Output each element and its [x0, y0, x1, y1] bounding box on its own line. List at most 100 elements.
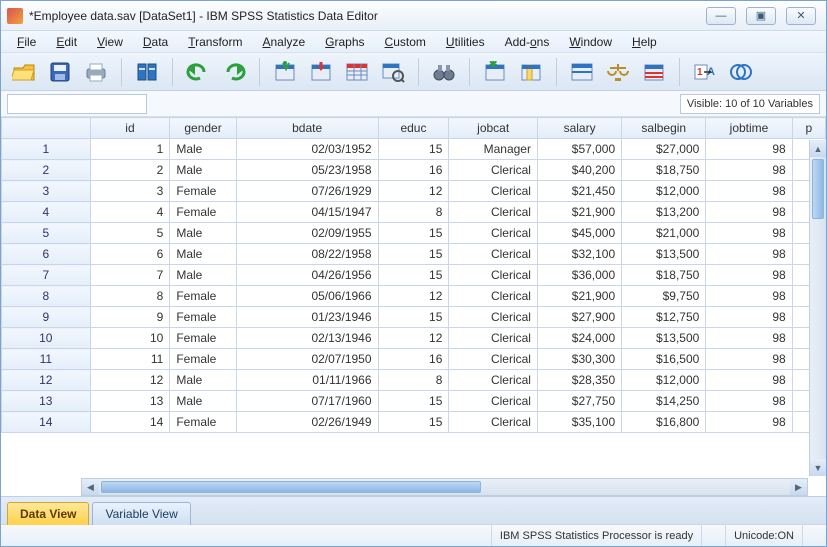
cell-salary[interactable]: $27,750: [537, 391, 621, 412]
row-header[interactable]: 14: [2, 412, 91, 433]
cell-educ[interactable]: 15: [378, 265, 449, 286]
col-id[interactable]: id: [90, 118, 170, 139]
cell-gender[interactable]: Male: [170, 160, 236, 181]
cell-bdate[interactable]: 01/23/1946: [236, 307, 378, 328]
cell-salary[interactable]: $28,350: [537, 370, 621, 391]
table-row[interactable]: 88Female05/06/196612Clerical$21,900$9,75…: [2, 286, 826, 307]
hscroll-thumb[interactable]: [101, 481, 481, 493]
cell-jobcat[interactable]: Clerical: [449, 202, 538, 223]
table-row[interactable]: 22Male05/23/195816Clerical$40,200$18,750…: [2, 160, 826, 181]
cell-jobtime[interactable]: 98: [706, 202, 792, 223]
menu-addons[interactable]: Add-ons: [497, 33, 558, 51]
corner-cell[interactable]: [2, 118, 91, 139]
menu-analyze[interactable]: Analyze: [254, 33, 313, 51]
cell-gender[interactable]: Female: [170, 412, 236, 433]
scroll-right-button[interactable]: ▶: [790, 479, 807, 495]
cell-jobtime[interactable]: 98: [706, 412, 792, 433]
cell-salary[interactable]: $36,000: [537, 265, 621, 286]
cell-educ[interactable]: 15: [378, 139, 449, 160]
row-header[interactable]: 4: [2, 202, 91, 223]
cell-educ[interactable]: 12: [378, 328, 449, 349]
table-row[interactable]: 33Female07/26/192912Clerical$21,450$12,0…: [2, 181, 826, 202]
cell-bdate[interactable]: 05/23/1958: [236, 160, 378, 181]
cell-salbegin[interactable]: $18,750: [622, 265, 706, 286]
cell-jobtime[interactable]: 98: [706, 370, 792, 391]
cell-bdate[interactable]: 02/26/1949: [236, 412, 378, 433]
col-educ[interactable]: educ: [378, 118, 449, 139]
row-header[interactable]: 13: [2, 391, 91, 412]
cell-educ[interactable]: 8: [378, 202, 449, 223]
cell-salbegin[interactable]: $12,000: [622, 181, 706, 202]
cell-jobcat[interactable]: Clerical: [449, 286, 538, 307]
row-header[interactable]: 12: [2, 370, 91, 391]
cell-bdate[interactable]: 04/15/1947: [236, 202, 378, 223]
cell-bdate[interactable]: 02/09/1955: [236, 223, 378, 244]
cell-salbegin[interactable]: $13,200: [622, 202, 706, 223]
row-header[interactable]: 3: [2, 181, 91, 202]
cell-salbegin[interactable]: $16,800: [622, 412, 706, 433]
find-button[interactable]: [429, 57, 459, 87]
undo-button[interactable]: [183, 57, 213, 87]
cell-id[interactable]: 12: [90, 370, 170, 391]
use-variable-sets-button[interactable]: [726, 57, 756, 87]
cell-jobcat[interactable]: Clerical: [449, 391, 538, 412]
cell-id[interactable]: 4: [90, 202, 170, 223]
vertical-scrollbar[interactable]: ▲ ▼: [809, 140, 826, 476]
cell-id[interactable]: 8: [90, 286, 170, 307]
cell-id[interactable]: 11: [90, 349, 170, 370]
cell-salary[interactable]: $24,000: [537, 328, 621, 349]
table-row[interactable]: 1111Female02/07/195016Clerical$30,300$16…: [2, 349, 826, 370]
col-salbegin[interactable]: salbegin: [622, 118, 706, 139]
cell-gender[interactable]: Male: [170, 265, 236, 286]
cell-bdate[interactable]: 07/17/1960: [236, 391, 378, 412]
table-row[interactable]: 55Male02/09/195515Clerical$45,000$21,000…: [2, 223, 826, 244]
cell-gender[interactable]: Female: [170, 202, 236, 223]
col-bdate[interactable]: bdate: [236, 118, 378, 139]
row-header[interactable]: 6: [2, 244, 91, 265]
cell-salbegin[interactable]: $13,500: [622, 328, 706, 349]
col-p[interactable]: p: [792, 118, 825, 139]
table-row[interactable]: 1010Female02/13/194612Clerical$24,000$13…: [2, 328, 826, 349]
cell-jobtime[interactable]: 98: [706, 307, 792, 328]
cell-jobcat[interactable]: Clerical: [449, 223, 538, 244]
cell-jobtime[interactable]: 98: [706, 349, 792, 370]
cell-jobcat[interactable]: Clerical: [449, 265, 538, 286]
table-row[interactable]: 99Female01/23/194615Clerical$27,900$12,7…: [2, 307, 826, 328]
cell-educ[interactable]: 12: [378, 286, 449, 307]
run-descriptives-button[interactable]: [378, 57, 408, 87]
recall-dialog-button[interactable]: [132, 57, 162, 87]
cell-id[interactable]: 2: [90, 160, 170, 181]
cell-gender[interactable]: Male: [170, 391, 236, 412]
cell-salary[interactable]: $21,900: [537, 202, 621, 223]
cell-bdate[interactable]: 02/07/1950: [236, 349, 378, 370]
variables-button[interactable]: [342, 57, 372, 87]
table-row[interactable]: 44Female04/15/19478Clerical$21,900$13,20…: [2, 202, 826, 223]
goto-case-button[interactable]: [270, 57, 300, 87]
menu-view[interactable]: View: [89, 33, 131, 51]
row-header[interactable]: 2: [2, 160, 91, 181]
cell-jobtime[interactable]: 98: [706, 181, 792, 202]
col-salary[interactable]: salary: [537, 118, 621, 139]
cell-gender[interactable]: Female: [170, 181, 236, 202]
table-row[interactable]: 77Male04/26/195615Clerical$36,000$18,750…: [2, 265, 826, 286]
cell-salary[interactable]: $21,450: [537, 181, 621, 202]
cell-bdate[interactable]: 08/22/1958: [236, 244, 378, 265]
cell-gender[interactable]: Female: [170, 328, 236, 349]
menu-transform[interactable]: Transform: [180, 33, 250, 51]
cell-jobcat[interactable]: Clerical: [449, 370, 538, 391]
table-row[interactable]: 66Male08/22/195815Clerical$32,100$13,500…: [2, 244, 826, 265]
cell-jobtime[interactable]: 98: [706, 265, 792, 286]
cell-salary[interactable]: $45,000: [537, 223, 621, 244]
print-button[interactable]: [81, 57, 111, 87]
scroll-down-button[interactable]: ▼: [810, 459, 826, 476]
cell-bdate[interactable]: 01/11/1966: [236, 370, 378, 391]
cell-gender[interactable]: Female: [170, 349, 236, 370]
col-jobtime[interactable]: jobtime: [706, 118, 792, 139]
cell-gender[interactable]: Male: [170, 244, 236, 265]
cell-salbegin[interactable]: $12,000: [622, 370, 706, 391]
cell-id[interactable]: 13: [90, 391, 170, 412]
cell-salbegin[interactable]: $18,750: [622, 160, 706, 181]
cell-salbegin[interactable]: $12,750: [622, 307, 706, 328]
cell-educ[interactable]: 8: [378, 370, 449, 391]
cell-bdate[interactable]: 05/06/1966: [236, 286, 378, 307]
